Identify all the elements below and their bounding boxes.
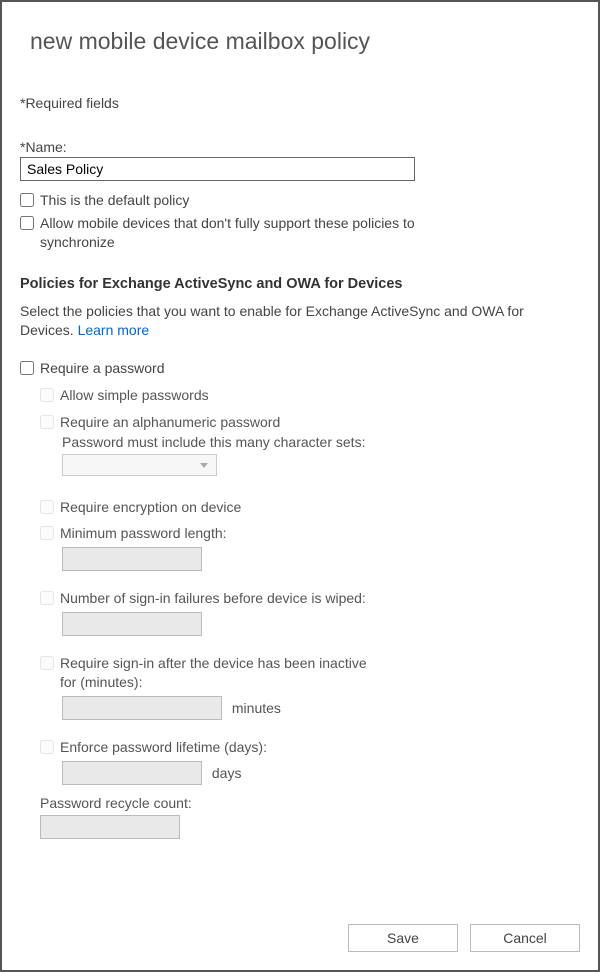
name-input[interactable] bbox=[20, 157, 415, 181]
lifetime-checkbox bbox=[40, 740, 54, 754]
inactive-label: Require sign-in after the device has bee… bbox=[60, 654, 380, 692]
failures-checkbox bbox=[40, 591, 54, 605]
section-heading: Policies for Exchange ActiveSync and OWA… bbox=[20, 276, 580, 292]
require-encryption-checkbox bbox=[40, 500, 54, 514]
save-button[interactable]: Save bbox=[348, 924, 458, 952]
name-label: *Name: bbox=[20, 139, 580, 155]
required-fields-note: *Required fields bbox=[20, 95, 580, 111]
failures-label: Number of sign-in failures before device… bbox=[60, 589, 366, 608]
lifetime-unit: days bbox=[212, 765, 242, 781]
page-title: new mobile device mailbox policy bbox=[30, 28, 580, 55]
footer-buttons: Save Cancel bbox=[348, 924, 580, 952]
min-length-input bbox=[62, 547, 202, 571]
require-password-checkbox[interactable] bbox=[20, 361, 34, 375]
charsets-label: Password must include this many characte… bbox=[62, 434, 580, 450]
min-length-label: Minimum password length: bbox=[60, 524, 227, 543]
section-description: Select the policies that you want to ena… bbox=[20, 302, 540, 341]
allow-nonprovisionable-checkbox[interactable] bbox=[20, 216, 34, 230]
lifetime-input bbox=[62, 761, 202, 785]
default-policy-checkbox[interactable] bbox=[20, 193, 34, 207]
allow-simple-checkbox bbox=[40, 388, 54, 402]
charsets-select bbox=[62, 454, 217, 476]
inactive-checkbox bbox=[40, 656, 54, 670]
require-encryption-label: Require encryption on device bbox=[60, 498, 241, 517]
cancel-button[interactable]: Cancel bbox=[470, 924, 580, 952]
recycle-label: Password recycle count: bbox=[40, 795, 580, 811]
default-policy-label: This is the default policy bbox=[40, 191, 189, 210]
require-alnum-checkbox bbox=[40, 415, 54, 429]
recycle-input bbox=[40, 815, 180, 839]
require-alnum-label: Require an alphanumeric password bbox=[60, 413, 280, 432]
allow-simple-label: Allow simple passwords bbox=[60, 386, 209, 405]
lifetime-label: Enforce password lifetime (days): bbox=[60, 738, 267, 757]
min-length-checkbox bbox=[40, 526, 54, 540]
require-password-label: Require a password bbox=[40, 359, 165, 378]
learn-more-link[interactable]: Learn more bbox=[78, 322, 150, 338]
failures-input bbox=[62, 612, 202, 636]
inactive-unit: minutes bbox=[232, 700, 281, 716]
allow-nonprovisionable-label: Allow mobile devices that don't fully su… bbox=[40, 214, 470, 252]
inactive-input bbox=[62, 696, 222, 720]
